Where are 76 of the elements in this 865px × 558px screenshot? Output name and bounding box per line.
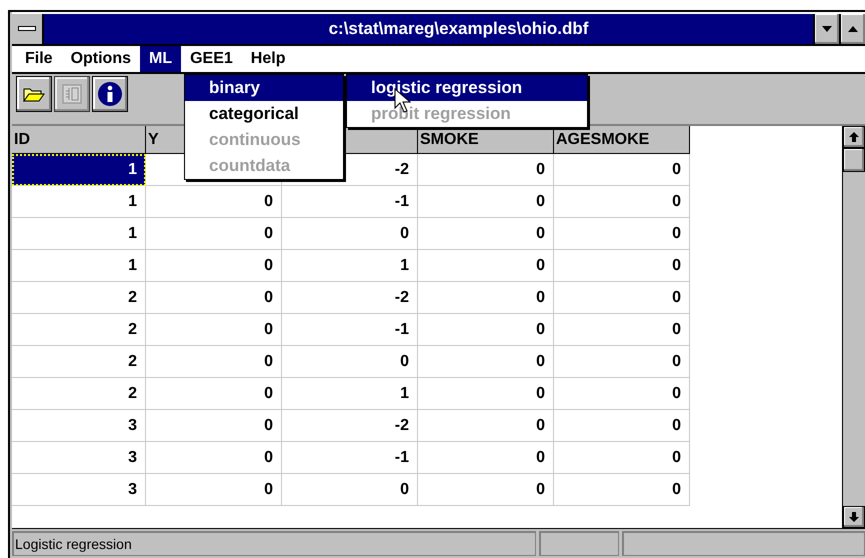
table-cell: 0 [554,410,690,442]
table-cell: 0 [418,218,554,250]
down-arrow-icon [849,512,859,522]
table-cell: 0 [554,250,690,282]
folder-icon [23,86,45,102]
table-cell: 0 [146,218,282,250]
toolbar-button[interactable] [92,76,128,112]
table-cell: 0 [282,218,418,250]
table-cell: 1 [282,250,418,282]
info-icon [97,81,123,107]
status-text: Logistic regression [12,531,536,556]
table-cell: 0 [554,442,690,474]
scroll-up-button[interactable] [843,126,865,148]
table-cell: 0 [146,442,282,474]
table-cell: 2 [12,282,146,314]
table-cell: 0 [554,378,690,410]
toolbar-button[interactable] [16,76,52,112]
table-cell: 0 [554,346,690,378]
up-triangle-icon [848,26,858,32]
table-cell: 2 [12,346,146,378]
table-cell: 0 [418,314,554,346]
table-cell: 0 [418,442,554,474]
table-cell: 0 [418,250,554,282]
table-cell: -2 [282,282,418,314]
table-cell: 1 [12,154,146,186]
table-cell: 0 [554,282,690,314]
table-cell: 1 [12,250,146,282]
table-cell: 0 [282,346,418,378]
menu-item[interactable]: ML [140,46,182,72]
table-cell: 0 [554,154,690,186]
maximize-button[interactable] [839,14,865,44]
system-menu-button[interactable] [12,14,44,44]
table-cell: 1 [12,186,146,218]
table-cell: -1 [282,442,418,474]
window-title: c:\stat\mareg\examples\ohio.dbf [328,18,590,40]
menu-option[interactable]: logistic regression [347,75,587,101]
table-cell: 0 [418,154,554,186]
table-cell: 0 [146,282,282,314]
table-cell: 0 [554,314,690,346]
down-triangle-icon [822,26,832,32]
menu-option[interactable]: binary [185,75,343,101]
table-cell: -1 [282,314,418,346]
table-cell: 0 [146,186,282,218]
table-cell: 0 [146,346,282,378]
table-cell: 3 [12,474,146,506]
table-cell: 2 [12,378,146,410]
bar-icon [18,26,36,32]
column-header[interactable]: AGESMOKE [554,126,690,154]
table-cell: 2 [12,314,146,346]
table-cell: 0 [554,186,690,218]
scroll-down-button[interactable] [843,506,865,528]
table-cell: 0 [146,378,282,410]
table-cell: 0 [554,474,690,506]
table-cell: 0 [146,410,282,442]
up-arrow-icon [849,132,859,142]
table-cell: 0 [418,346,554,378]
table-cell: 0 [554,218,690,250]
table-cell: 0 [418,282,554,314]
table-cell: 0 [146,474,282,506]
scroll-thumb[interactable] [843,148,865,172]
table-cell: 1 [282,378,418,410]
table-cell: 0 [146,314,282,346]
minimize-button[interactable] [813,14,839,44]
table-cell: -1 [282,186,418,218]
table-cell: -2 [282,410,418,442]
table-cell: 1 [12,218,146,250]
table-cell: 3 [12,442,146,474]
table-cell: 0 [418,186,554,218]
grid-icon [62,84,82,104]
table-cell: 0 [418,378,554,410]
table-cell: 0 [418,410,554,442]
table-cell: 0 [146,250,282,282]
table-cell: 0 [282,474,418,506]
column-header[interactable]: ID [12,126,146,154]
table-cell: 0 [418,474,554,506]
table-cell: 3 [12,410,146,442]
